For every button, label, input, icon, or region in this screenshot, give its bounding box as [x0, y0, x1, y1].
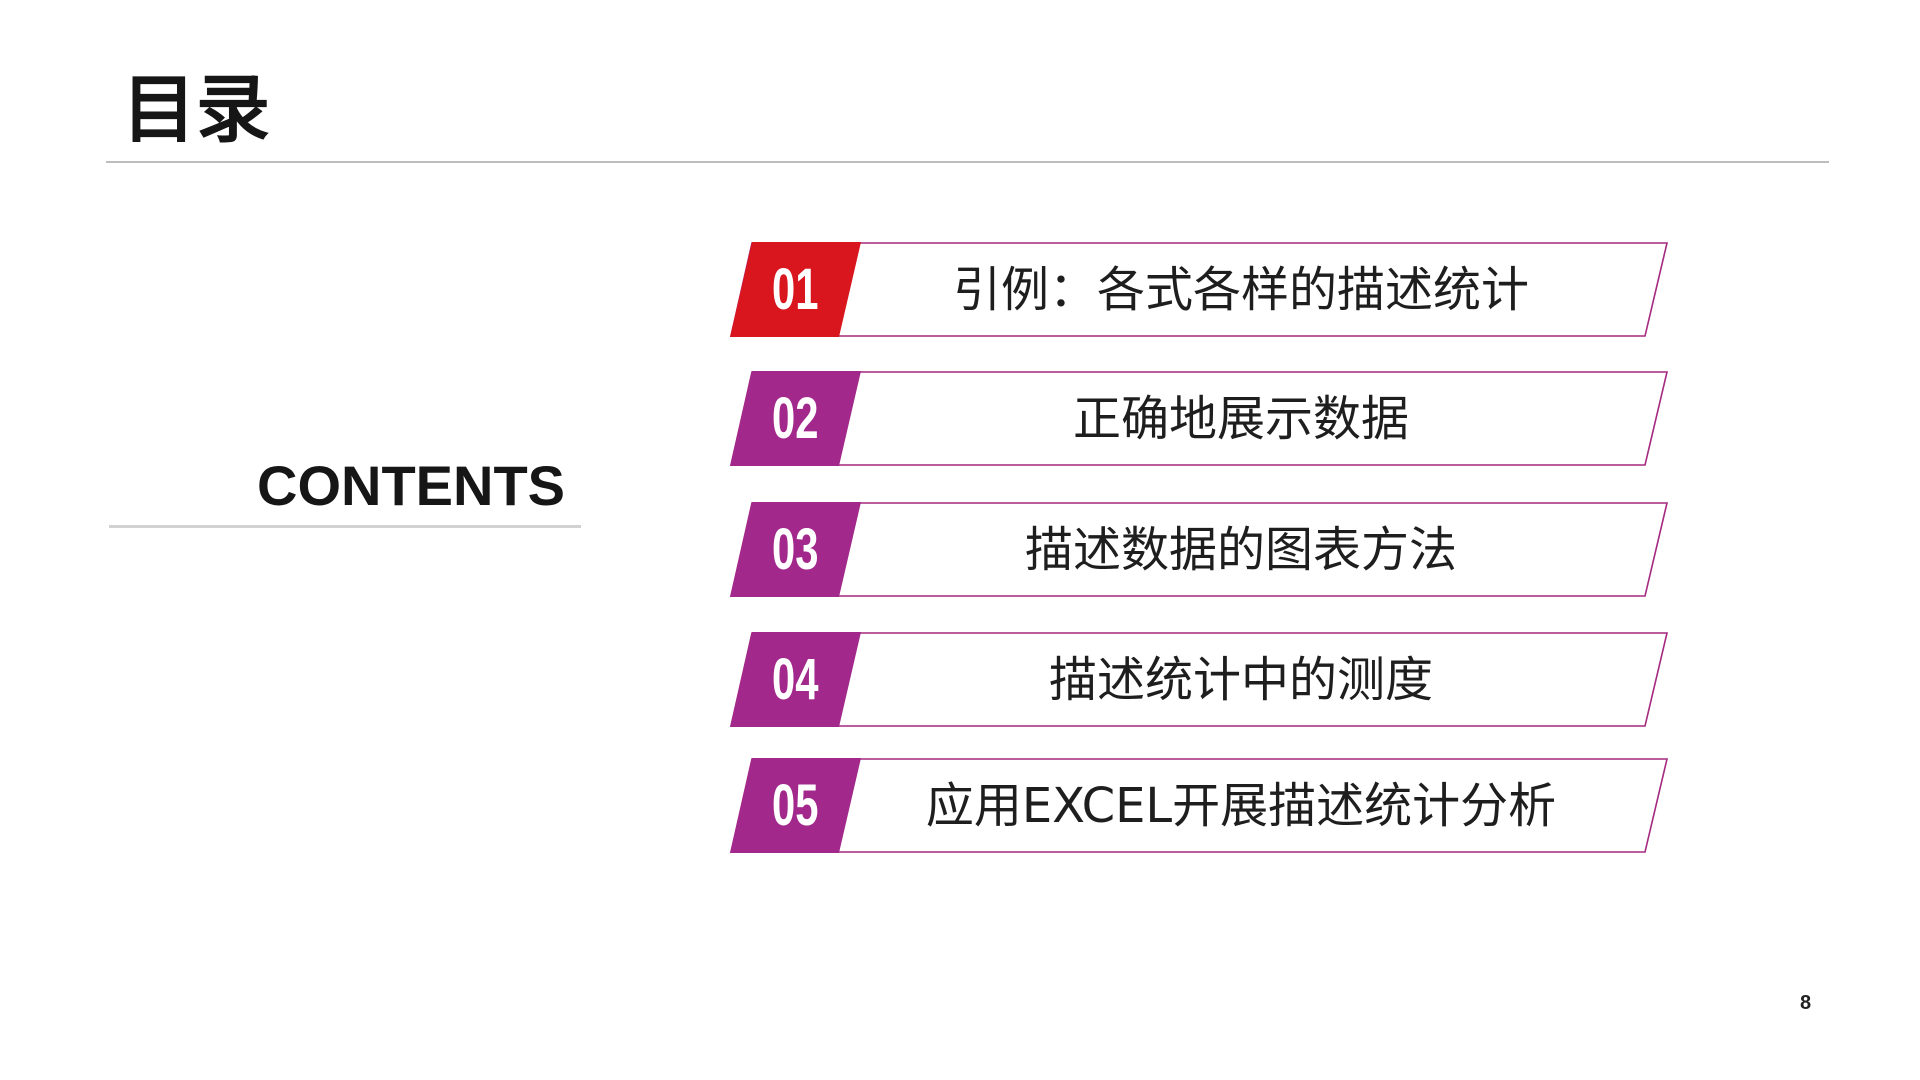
toc-number: 03: [772, 516, 819, 582]
toc-number: 01: [772, 256, 819, 322]
contents-heading: CONTENTS: [257, 454, 565, 517]
toc-item-5: 05 应用EXCEL开展描述统计分析: [729, 758, 1669, 853]
slide: 目录 CONTENTS 01 引例：各式各样的描述统计 02 正确地展示数据 0…: [0, 0, 1920, 1080]
toc-item-4: 04 描述统计中的测度: [729, 632, 1669, 727]
toc-label: 描述统计中的测度: [1048, 651, 1433, 708]
toc-number: 05: [772, 772, 819, 838]
toc-number-box: 02: [730, 371, 861, 466]
page-number: 8: [1800, 992, 1812, 1014]
toc-number-box: 01: [730, 242, 861, 337]
toc-number-box: 03: [730, 502, 861, 597]
toc-number-box: 05: [730, 758, 861, 853]
page-title: 目录: [122, 67, 270, 153]
toc-number: 02: [772, 385, 819, 451]
toc-number-box: 04: [730, 632, 861, 727]
toc-item-3: 03 描述数据的图表方法: [729, 502, 1669, 597]
contents-divider: [109, 525, 581, 528]
title-divider: [106, 161, 1829, 163]
toc-label: 描述数据的图表方法: [1024, 521, 1457, 578]
toc-label: 正确地展示数据: [1072, 390, 1409, 447]
toc-label: 引例：各式各样的描述统计: [952, 261, 1529, 318]
toc-item-1: 01 引例：各式各样的描述统计: [729, 242, 1669, 337]
toc-number: 04: [772, 646, 819, 712]
toc-item-2: 02 正确地展示数据: [729, 371, 1669, 466]
toc-label: 应用EXCEL开展描述统计分析: [925, 777, 1557, 834]
